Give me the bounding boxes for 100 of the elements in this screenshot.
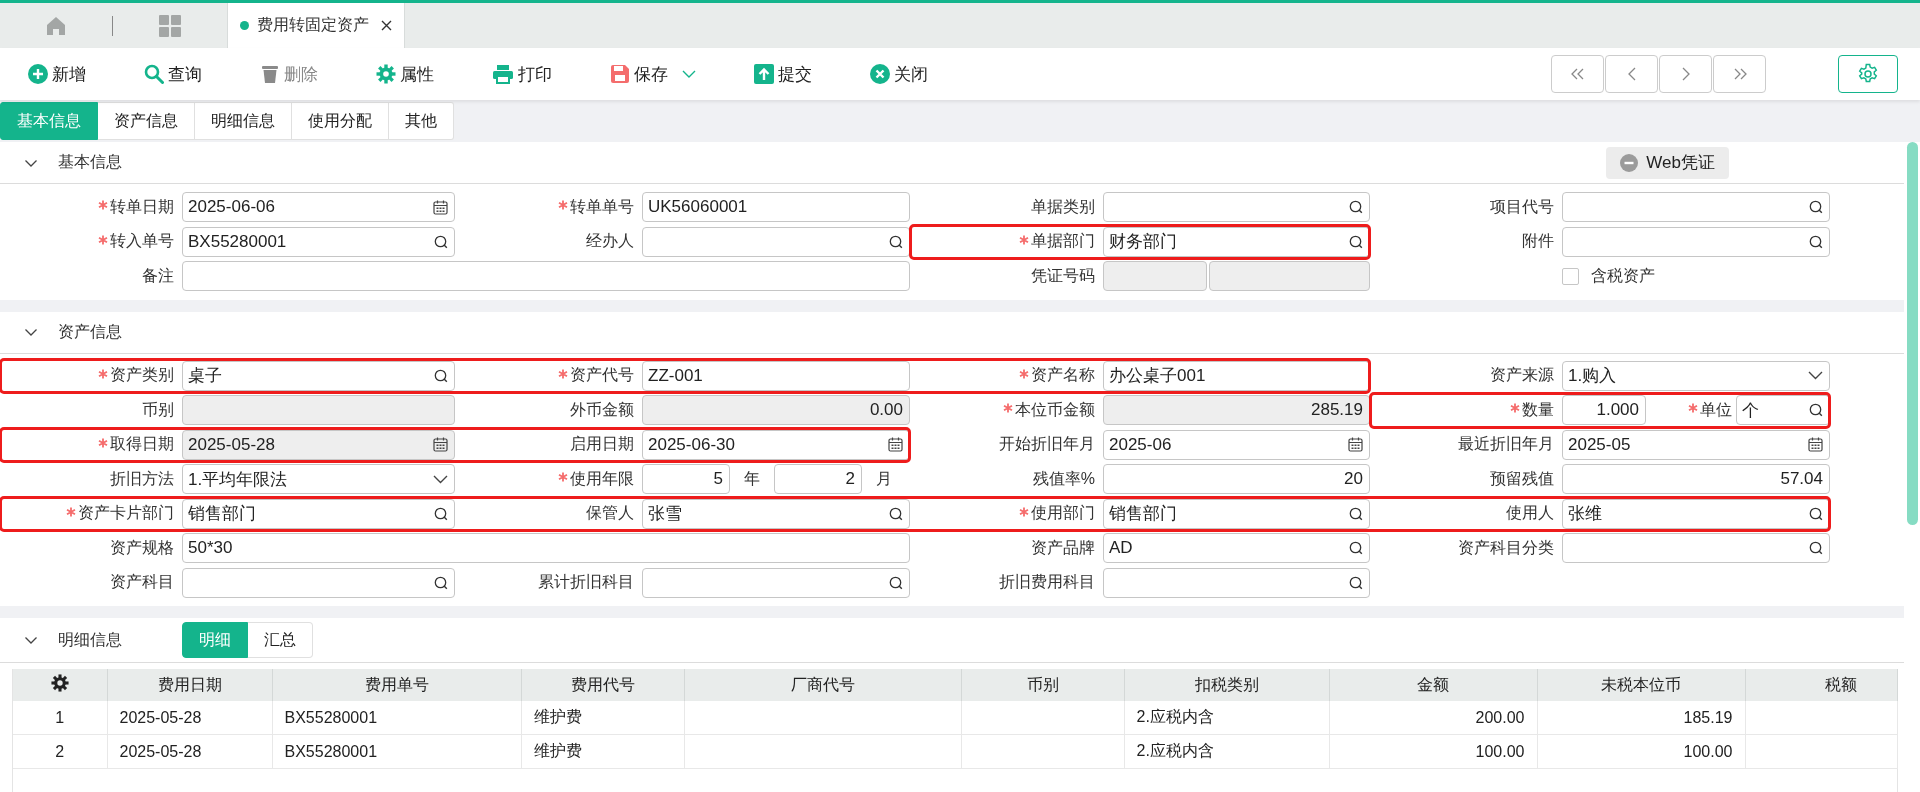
close-icon[interactable]	[381, 20, 392, 31]
properties-button[interactable]: 属性	[376, 62, 434, 86]
submit-button[interactable]: 提交	[754, 62, 812, 86]
page-tab[interactable]: 资产信息	[98, 102, 195, 140]
search-icon	[434, 234, 448, 249]
table-cell: 100.00	[1329, 734, 1537, 769]
field-label: 资产科目分类	[1458, 537, 1554, 558]
close-icon	[870, 64, 890, 84]
checkbox[interactable]	[1562, 267, 1579, 285]
column-header[interactable]: 费用代号	[521, 669, 684, 701]
column-header[interactable]: 费用单号	[272, 669, 521, 701]
page-tab[interactable]: 其他	[389, 102, 454, 140]
grid-icon[interactable]	[159, 14, 181, 37]
save-button[interactable]: 保存	[610, 62, 696, 86]
search-icon	[1349, 234, 1363, 249]
caret-down-icon	[682, 70, 696, 78]
column-header[interactable]: 厂商代号	[684, 669, 961, 701]
lookup-field[interactable]: 个	[1736, 395, 1830, 426]
lookup-field[interactable]	[1562, 192, 1830, 223]
section-title: 基本信息	[58, 152, 122, 172]
text-field[interactable]: 办公桌子001	[1103, 360, 1370, 391]
lookup-field[interactable]: 财务部门	[1103, 226, 1370, 257]
number-field[interactable]: 20	[1103, 464, 1370, 495]
column-header[interactable]: 金额	[1329, 669, 1537, 701]
query-button[interactable]: 查询	[144, 62, 202, 86]
calendar-icon	[888, 437, 903, 453]
gear-icon	[376, 64, 396, 84]
new-button[interactable]: 新增	[28, 62, 86, 86]
text-field[interactable]: 50*30	[182, 533, 910, 564]
table-cell: 100.00	[1537, 734, 1745, 769]
lookup-field[interactable]	[1562, 533, 1830, 564]
date-field[interactable]: 2025-05	[1562, 429, 1830, 460]
lookup-field[interactable]: AD	[1103, 533, 1370, 564]
number-field[interactable]: 5	[642, 464, 730, 495]
home-icon[interactable]	[46, 15, 66, 36]
field-label: 最近折旧年月	[1458, 434, 1554, 455]
text-field[interactable]: ZZ-001	[642, 360, 910, 391]
column-header[interactable]: 币别	[961, 669, 1124, 701]
table-cell: 2025-05-28	[107, 734, 272, 769]
column-header[interactable]: 费用日期	[107, 669, 272, 701]
field-label: 累计折旧科目	[538, 572, 634, 593]
date-field[interactable]: 2025-06-06	[182, 192, 455, 223]
lookup-field[interactable]	[1103, 567, 1370, 598]
field-label: 资产科目	[110, 572, 174, 593]
first-page-button[interactable]	[1551, 55, 1604, 93]
lookup-field[interactable]: 张维	[1562, 498, 1830, 529]
lookup-field[interactable]: 桌子	[182, 360, 455, 391]
table-cell: 维护费	[521, 734, 684, 769]
voucher-button[interactable]: Web凭证	[1606, 146, 1729, 179]
date-field[interactable]: 2025-06	[1103, 429, 1370, 460]
lookup-field[interactable]: 销售部门	[1103, 498, 1370, 529]
field-label: 使用部门	[1031, 503, 1095, 524]
page-tab[interactable]: 使用分配	[292, 102, 389, 140]
lookup-field[interactable]: BX55280001	[182, 226, 455, 257]
print-button[interactable]: 打印	[492, 62, 552, 86]
settings-button[interactable]	[1838, 55, 1898, 93]
unit-label: 年	[743, 468, 761, 489]
double-chevron-left-icon	[1570, 68, 1585, 80]
number-field[interactable]: 1.000	[1562, 395, 1646, 426]
last-page-button[interactable]	[1713, 55, 1766, 93]
search-icon	[1349, 200, 1363, 215]
lookup-field[interactable]: 张雪	[642, 498, 910, 529]
select-field[interactable]: 1.购入	[1562, 360, 1830, 391]
dot-icon	[240, 21, 249, 30]
scrollbar-thumb[interactable]	[1907, 142, 1918, 525]
calendar-icon	[1348, 437, 1363, 453]
chevron-right-icon	[1681, 67, 1690, 81]
close-button[interactable]: 关闭	[870, 62, 928, 86]
previous-button[interactable]	[1605, 55, 1658, 93]
select-field[interactable]: 1.平均年限法	[182, 464, 455, 495]
section-title: 明细信息	[58, 629, 122, 650]
number-field[interactable]: 57.04	[1562, 464, 1830, 495]
lookup-field[interactable]	[642, 226, 910, 257]
field-label: 折旧方法	[110, 468, 174, 489]
number-field[interactable]: 2	[774, 464, 862, 495]
lookup-field[interactable]: 销售部门	[182, 498, 455, 529]
field-label: 启用日期	[570, 434, 634, 455]
view-tab[interactable]: 汇总	[248, 622, 313, 658]
double-chevron-right-icon	[1732, 68, 1747, 80]
document-tab[interactable]: 费用转固定资产	[227, 3, 405, 48]
search-icon	[434, 368, 448, 383]
field-label: 残值率%	[1032, 468, 1095, 489]
lookup-field[interactable]	[182, 567, 455, 598]
field-label: 取得日期	[110, 434, 174, 455]
column-header[interactable]: 税额	[1745, 669, 1897, 701]
column-header[interactable]: 扣税类别	[1124, 669, 1329, 701]
text-field[interactable]: UK56060001	[642, 192, 910, 223]
settings-icon[interactable]	[50, 674, 69, 692]
search-icon	[1809, 541, 1823, 556]
lookup-field[interactable]	[1562, 226, 1830, 257]
lookup-field[interactable]	[1103, 192, 1370, 223]
lookup-field[interactable]	[642, 567, 910, 598]
chevron-left-icon	[1627, 67, 1636, 81]
search-icon	[434, 506, 448, 521]
text-field[interactable]	[182, 261, 910, 292]
page-tab[interactable]: 明细信息	[195, 102, 292, 140]
column-header[interactable]: 未税本位币	[1537, 669, 1745, 701]
search-icon	[1809, 403, 1823, 418]
next-button[interactable]	[1659, 55, 1712, 93]
table-cell: 维护费	[521, 701, 684, 735]
